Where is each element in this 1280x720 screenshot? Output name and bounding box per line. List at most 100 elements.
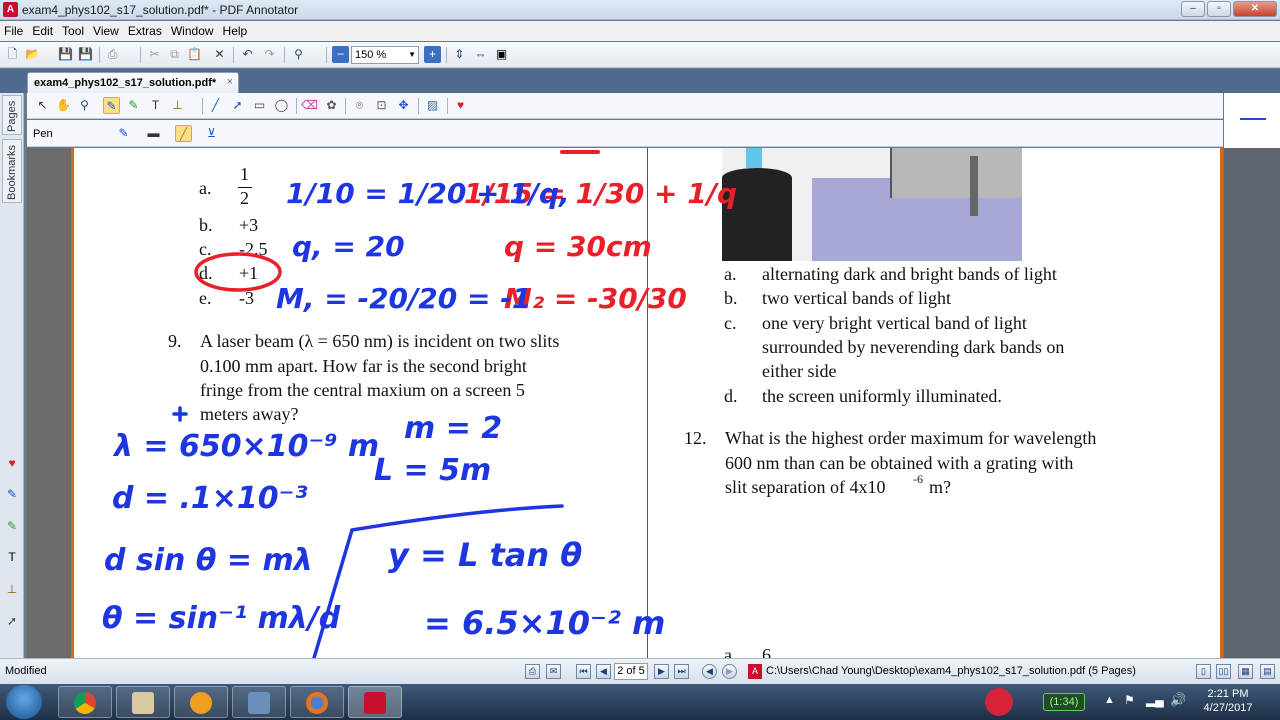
toolbar-divider: [326, 47, 327, 63]
line-width-icon[interactable]: ▬: [145, 125, 162, 142]
title-bar: A exam4_phys102_s17_solution.pdf* - PDF …: [0, 0, 1280, 20]
zoom-tool-icon[interactable]: ⚲: [76, 97, 93, 114]
back-icon[interactable]: ◀: [702, 664, 717, 679]
taskbar-firefox[interactable]: [290, 686, 344, 718]
taskbar-chrome[interactable]: [58, 686, 112, 718]
zoom-in-icon[interactable]: +: [424, 46, 441, 63]
toolbar-divider: [447, 98, 448, 114]
menu-edit[interactable]: Edit: [32, 24, 53, 38]
ellipse-tool-icon[interactable]: ◯: [273, 97, 290, 114]
network-icon[interactable]: ▂▄: [1146, 693, 1164, 707]
print-icon[interactable]: ⎙: [525, 664, 540, 679]
save-icon[interactable]: 💾: [57, 46, 74, 63]
taskbar-app[interactable]: [116, 686, 170, 718]
menu-tool[interactable]: Tool: [62, 24, 84, 38]
email-icon[interactable]: ✉: [546, 664, 561, 679]
continuous-view-icon[interactable]: ▤: [1260, 664, 1275, 679]
fit-height-icon[interactable]: ⇕: [451, 46, 468, 63]
ink-blue-line-3: M, = -20/20 = -1: [276, 282, 531, 315]
maximize-button[interactable]: ▫: [1207, 1, 1231, 17]
fit-width-icon[interactable]: ⇔: [472, 46, 489, 63]
rectangle-tool-icon[interactable]: ▭: [251, 97, 268, 114]
chevron-down-icon: ▼: [408, 50, 416, 59]
next-page-icon[interactable]: ▶: [654, 664, 669, 679]
cut-icon[interactable]: ✂: [146, 46, 163, 63]
tab-bookmarks[interactable]: Bookmarks: [2, 139, 22, 203]
close-button[interactable]: ✕: [1233, 1, 1277, 17]
taskbar-app[interactable]: [232, 686, 286, 718]
single-page-view-icon[interactable]: ▯: [1196, 664, 1211, 679]
zoom-select[interactable]: 150 % ▼: [351, 46, 419, 64]
document-viewport[interactable]: a. 1 2 b. +3 c. -2.5 d. +1 e. -3 9. A la…: [27, 148, 1223, 658]
new-document-icon[interactable]: 🗋: [4, 46, 21, 63]
crop-icon[interactable]: ⊡: [373, 97, 390, 114]
first-page-icon[interactable]: ⏮: [576, 664, 591, 679]
page-indicator[interactable]: 2 of 5: [614, 663, 648, 680]
right-panel-header: [1224, 93, 1280, 148]
camera-icon[interactable]: ⌾: [351, 97, 368, 114]
move-icon[interactable]: ✥: [395, 97, 412, 114]
two-page-view-icon[interactable]: ▯▯: [1216, 664, 1231, 679]
taskbar-app[interactable]: [174, 686, 228, 718]
tray-app-icon[interactable]: [985, 688, 1013, 716]
volume-icon[interactable]: 🔊: [1170, 692, 1186, 708]
redo-icon[interactable]: ↷: [261, 46, 278, 63]
smooth-line-icon[interactable]: ╱: [175, 125, 192, 142]
taskbar-pdf-annotator[interactable]: [348, 686, 402, 718]
favorites-heart-icon[interactable]: ♥: [4, 455, 20, 471]
pen-tool-icon[interactable]: ✎: [103, 97, 120, 114]
image-icon[interactable]: ▨: [424, 97, 441, 114]
forward-icon[interactable]: ▶: [722, 664, 737, 679]
copy-icon[interactable]: ⧉: [166, 46, 183, 63]
tab-close-icon[interactable]: ×: [227, 76, 233, 88]
menu-window[interactable]: Window: [171, 24, 214, 38]
find-binoculars-icon[interactable]: ⚲: [290, 46, 307, 63]
ink-blue-line-1: 1/10 = 1/20 + 1/q,: [286, 177, 570, 210]
hand-icon[interactable]: ✋: [55, 97, 72, 114]
fullscreen-icon[interactable]: ▣: [493, 46, 510, 63]
undo-icon[interactable]: ↶: [239, 46, 256, 63]
stamp-tool-icon[interactable]: ⊥: [169, 97, 186, 114]
previous-page-icon[interactable]: ◀: [596, 664, 611, 679]
zoom-out-icon[interactable]: −: [332, 46, 349, 63]
stamp-icon[interactable]: ⊥: [4, 581, 20, 597]
print-icon[interactable]: ⎙: [104, 46, 121, 63]
tab-pages[interactable]: Pages: [2, 95, 22, 135]
system-clock[interactable]: 2:21 PM 4/27/2017: [1188, 687, 1268, 715]
open-folder-icon[interactable]: 📂: [24, 46, 41, 63]
menu-file[interactable]: File: [4, 24, 23, 38]
text-tool-icon[interactable]: T: [147, 97, 164, 114]
text-tool-icon[interactable]: T: [4, 549, 20, 565]
pdf-page[interactable]: a. 1 2 b. +3 c. -2.5 d. +1 e. -3 9. A la…: [71, 148, 1223, 658]
tray-chevron-icon[interactable]: ▲: [1104, 694, 1115, 706]
pen-icon[interactable]: ✎: [4, 486, 20, 502]
highlighter-tool-icon[interactable]: ✎: [125, 97, 142, 114]
battery-indicator[interactable]: (1:34): [1043, 693, 1085, 711]
menu-help[interactable]: Help: [223, 24, 248, 38]
flag-icon[interactable]: ⚑: [1124, 693, 1135, 707]
eraser-icon[interactable]: ⌫: [301, 97, 318, 114]
tab-label: exam4_phys102_s17_solution.pdf*: [34, 77, 217, 89]
start-button[interactable]: [6, 685, 42, 719]
delete-icon[interactable]: ✕: [211, 46, 228, 63]
pointer-icon[interactable]: ➚: [4, 613, 20, 629]
line-tool-icon[interactable]: ╱: [207, 97, 224, 114]
save-as-icon[interactable]: 💾: [77, 46, 94, 63]
highlighter-icon[interactable]: ✎: [4, 518, 20, 534]
pen-color-icon[interactable]: ✎: [115, 125, 132, 142]
ruler-icon[interactable]: ⊻: [203, 125, 220, 142]
arrow-tool-icon[interactable]: ➚: [229, 97, 246, 114]
paste-icon[interactable]: 📋: [186, 46, 203, 63]
favorites-heart-icon[interactable]: ♥: [452, 97, 469, 114]
tab-document[interactable]: exam4_phys102_s17_solution.pdf* ×: [27, 72, 239, 93]
answer-circle: [194, 252, 282, 292]
minimize-button[interactable]: –: [1181, 1, 1205, 17]
lasso-icon[interactable]: ✿: [323, 97, 340, 114]
select-arrow-icon[interactable]: ↖: [34, 97, 51, 114]
last-page-icon[interactable]: ⏭: [674, 664, 689, 679]
grid-view-icon[interactable]: ▦: [1238, 664, 1253, 679]
ink-red-line-2: q = 30cm: [504, 230, 652, 263]
right-panel-indicator: [1240, 118, 1266, 120]
menu-view[interactable]: View: [93, 24, 119, 38]
menu-extras[interactable]: Extras: [128, 24, 162, 38]
